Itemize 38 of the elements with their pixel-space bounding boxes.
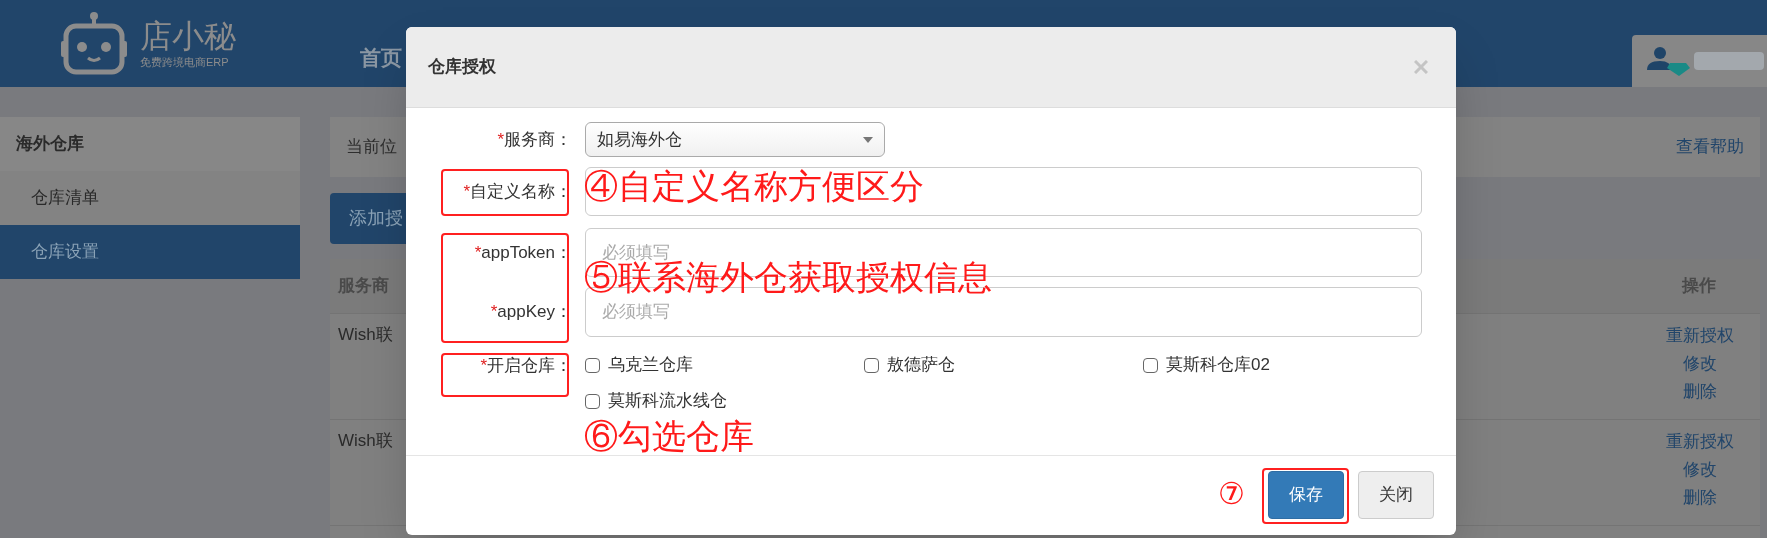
text-input[interactable]	[585, 167, 1422, 216]
warehouse-checkbox[interactable]: 乌克兰仓库	[585, 347, 693, 383]
logo-name: 店小秘	[140, 17, 236, 54]
breadcrumb-text: 当前位	[346, 136, 397, 159]
redacted-username	[1694, 52, 1764, 70]
field-label: *appToken：	[474, 243, 572, 262]
robot-logo-icon	[60, 11, 128, 77]
field-label: *服务商：	[497, 129, 572, 149]
warehouse-checkbox[interactable]: 敖德萨仓	[864, 347, 955, 383]
user-tab[interactable]	[1632, 35, 1767, 87]
annotation-text: ⑥勾选仓库	[584, 419, 754, 453]
table-cell-text: Wish联	[338, 324, 393, 346]
action-link[interactable]: 删除	[1683, 378, 1717, 406]
provider-select[interactable]: 如易海外仓	[585, 122, 885, 157]
field-label: *开启仓库：	[480, 356, 572, 375]
sidebar-header: 海外仓库	[0, 117, 300, 171]
nav-link[interactable]: 首页	[360, 41, 402, 73]
field-label: *自定义名称：	[463, 182, 572, 201]
annotation-text: ④自定义名称方便区分	[584, 169, 924, 203]
warehouse-checkbox[interactable]: 莫斯科流水线仓	[585, 383, 727, 419]
action-link[interactable]: 重新授权	[1666, 428, 1734, 456]
warehouse-checkbox[interactable]: 莫斯科仓库02	[1143, 347, 1270, 383]
action-link[interactable]: 重新授权	[1666, 322, 1734, 350]
action-link[interactable]: 修改	[1683, 456, 1717, 484]
user-vip-icon	[1646, 46, 1690, 76]
table-cell-text: Wish联	[338, 430, 393, 452]
help-link[interactable]: 查看帮助	[1676, 134, 1744, 160]
annotation-text: ⑦	[1218, 479, 1245, 509]
sidebar-item[interactable]: 仓库设置	[0, 225, 300, 279]
action-link[interactable]: 修改	[1683, 350, 1717, 378]
field-label: *appKey：	[490, 302, 572, 321]
close-button[interactable]: 关闭	[1358, 470, 1434, 519]
sidebar-item[interactable]: 仓库清单	[0, 171, 300, 225]
caret-icon	[863, 136, 873, 143]
dialog-title: 仓库授权	[428, 56, 496, 79]
logo-tagline: 免费跨境电商ERP	[140, 54, 230, 70]
action-link[interactable]: 删除	[1683, 484, 1717, 512]
save-button[interactable]: 保存	[1268, 470, 1344, 519]
